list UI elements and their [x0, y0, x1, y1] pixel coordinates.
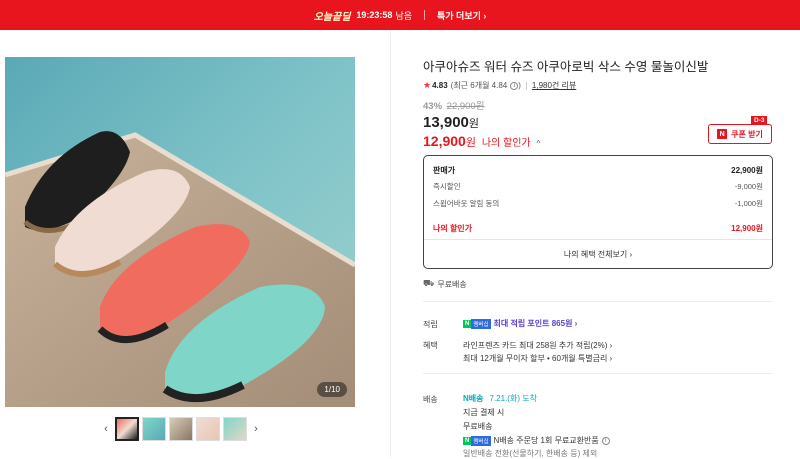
info-icon[interactable]: i	[601, 436, 610, 445]
thumbnail-5[interactable]	[223, 417, 247, 441]
npay-membership-icon: N 멤버십	[463, 318, 491, 329]
breakdown-label: 판매가	[433, 166, 456, 175]
rating-divider	[525, 81, 527, 90]
thumbnail-3[interactable]	[169, 417, 193, 441]
thumbnail-prev-icon[interactable]: ‹	[100, 423, 112, 435]
max-points-link[interactable]: 최대 적립 포인트 865원 ›	[494, 318, 578, 329]
thumbnail-4[interactable]	[196, 417, 220, 441]
rewards-label: 적립	[423, 320, 438, 329]
thumbnail-1[interactable]	[115, 417, 139, 441]
rating-score: 4.83	[432, 81, 448, 90]
review-count-link[interactable]: 1,980건 리뷰	[532, 80, 576, 91]
my-price-label: 나의 할인가	[481, 138, 531, 149]
product-main-image[interactable]: 1/10	[5, 57, 355, 407]
delivery-label: 배송	[423, 395, 438, 404]
view-all-benefits-link[interactable]: 나의 혜택 전체보기 ›	[424, 249, 772, 260]
n-delivery-badge: N배송	[463, 394, 484, 403]
my-price-unit: 원	[465, 137, 476, 149]
my-price-value: 12,900	[423, 133, 466, 149]
delivery-date: 7.21.(화) 도착	[489, 394, 537, 403]
breakdown-value: -1,000원	[734, 199, 763, 208]
breakdown-label: 즉시할인	[433, 182, 461, 191]
rating-recent: (최근 6개월 4.84	[450, 81, 508, 90]
benefits-label: 혜택	[423, 341, 438, 350]
info-icon[interactable]: i	[510, 81, 519, 90]
truck-icon: ⛟	[423, 278, 435, 288]
breakdown-row: 나의 할인가 12,900원	[433, 223, 763, 234]
card-benefit-link[interactable]: 라인프렌즈 카드 최대 258원 추가 적립(2%) ›	[463, 340, 612, 351]
image-pager: 1/10	[317, 382, 347, 397]
product-title: 아쿠아슈즈 워터 슈즈 아쿠아로빅 삭스 수영 물놀이신발	[423, 60, 709, 74]
deal-countdown: 19:23:58	[356, 10, 393, 20]
breakdown-row: 즉시할인 -9,000원	[433, 181, 763, 192]
delivery-return-row: N 멤버십 N배송 주문당 1회 무료교환반품 i	[463, 435, 610, 446]
rating-row: ★ 4.83 (최근 6개월 4.84 i ) 1,980건 리뷰	[423, 80, 576, 91]
breakdown-value: -9,000원	[734, 182, 763, 191]
chevron-up-icon: ^	[536, 139, 541, 148]
more-deals-link[interactable]: 특가 더보기 ›	[437, 9, 486, 22]
coupon-button[interactable]: N 쿠폰 받기	[708, 124, 772, 144]
breakdown-label: 나의 할인가	[433, 224, 473, 233]
banner-divider	[424, 10, 425, 20]
breakdown-value: 22,900원	[731, 166, 763, 175]
naver-n-icon: N	[717, 129, 728, 139]
delivery-row: N배송 7.21.(화) 도착	[463, 393, 537, 404]
star-icon: ★	[423, 80, 432, 90]
deal-tag: 오늘끝딜	[313, 11, 351, 23]
discount-row: 43% 22,900원	[423, 98, 484, 112]
section-divider	[423, 301, 773, 302]
rewards-row[interactable]: N 멤버십 최대 적립 포인트 865원 ›	[463, 318, 577, 329]
thumbnail-strip: ‹ ›	[100, 417, 262, 441]
original-price: 22,900원	[446, 101, 485, 112]
column-divider	[390, 30, 391, 457]
free-return-text: N배송 주문당 1회 무료교환반품	[493, 436, 599, 445]
breakdown-label: 스윕어바웃 알림 동의	[433, 199, 500, 208]
delivery-free: 무료배송	[463, 422, 493, 431]
sale-price-unit: 원	[468, 118, 480, 130]
breakdown-row: 판매가 22,900원	[433, 165, 763, 176]
free-shipping-label: 무료배송	[437, 279, 467, 289]
thumbnail-next-icon[interactable]: ›	[250, 423, 262, 435]
price-breakdown: 판매가 22,900원 즉시할인 -9,000원 스윕어바웃 알림 동의 -1,…	[423, 155, 773, 269]
product-photo	[5, 57, 355, 407]
sale-price: 13,900원	[423, 114, 479, 131]
discount-rate: 43%	[423, 101, 443, 112]
delivery-exclusion: 일반배송 전환(선물하기, 한배송 등) 제외	[463, 449, 598, 458]
my-price[interactable]: 12,900원 나의 할인가 ^	[423, 133, 540, 150]
coupon-button-label: 쿠폰 받기	[731, 129, 763, 139]
section-divider	[423, 373, 773, 374]
npay-membership-icon: N 멤버십	[463, 435, 491, 446]
deal-remaining-label: 남음	[395, 10, 412, 21]
rating-recent-close: )	[518, 81, 521, 90]
deal-banner[interactable]: 오늘끝딜 19:23:58 남음 특가 더보기 ›	[0, 0, 800, 30]
breakdown-row: 스윕어바웃 알림 동의 -1,000원	[433, 198, 763, 209]
installment-benefit-link[interactable]: 최대 12개월 무이자 할부 • 60개월 특별금리 ›	[463, 353, 612, 364]
delivery-note: 지금 결제 시	[463, 408, 505, 417]
free-shipping-row: ⛟ 무료배송	[423, 278, 467, 290]
sale-price-value: 13,900	[423, 114, 469, 131]
breakdown-value: 12,900원	[731, 224, 763, 233]
thumbnail-2[interactable]	[142, 417, 166, 441]
breakdown-divider	[424, 239, 772, 240]
